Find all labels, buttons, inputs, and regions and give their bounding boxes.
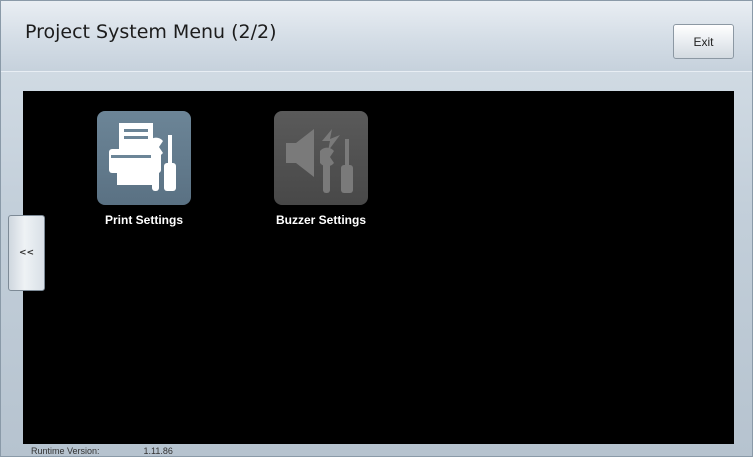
print-settings-tile[interactable]: Print Settings (74, 111, 214, 227)
app-window: Project System Menu (2/2) Exit Print Set… (0, 0, 753, 457)
buzzer-settings-tile[interactable]: Buzzer Settings (251, 111, 391, 227)
buzzer-settings-label: Buzzer Settings (275, 213, 366, 227)
exit-button[interactable]: Exit (673, 24, 734, 59)
page-title: Project System Menu (2/2) (25, 21, 277, 43)
runtime-version-value: 1.11.86 (143, 446, 173, 456)
print-settings-icon (97, 111, 191, 205)
print-settings-label: Print Settings (104, 213, 183, 227)
runtime-version-label: Runtime Version: (31, 446, 100, 456)
menu-panel: Print Settings Buzzer Settings (23, 91, 734, 444)
header-bar: Project System Menu (2/2) Exit (1, 1, 752, 72)
previous-page-button[interactable]: << (8, 215, 45, 291)
buzzer-settings-icon (274, 111, 368, 205)
status-bar: Runtime Version: 1.11.86 (31, 446, 173, 456)
